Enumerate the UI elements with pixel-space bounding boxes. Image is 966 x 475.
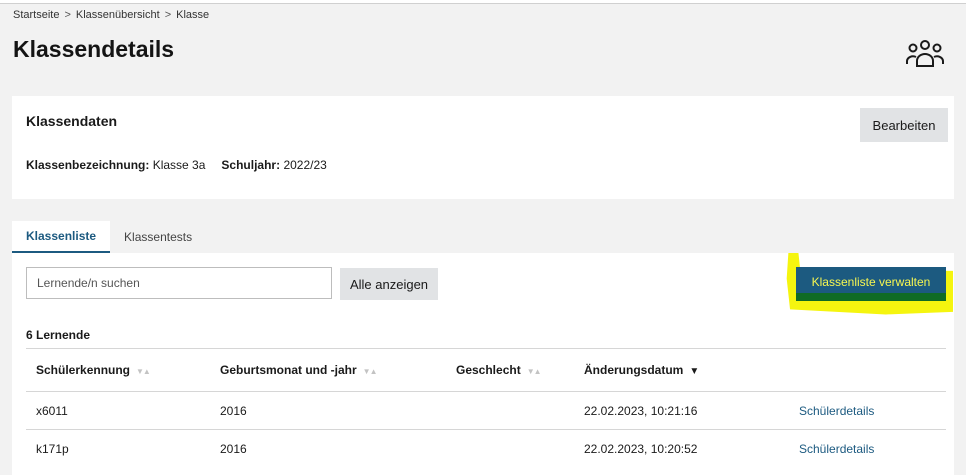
tab-class-tests[interactable]: Klassentests [110, 221, 207, 253]
school-year: Schuljahr: 2022/23 [221, 158, 326, 172]
cell-changed: 22.02.2023, 10:20:52 [574, 429, 789, 467]
table-header-row: Schülerkennung ▼▲ Geburtsmonat und -jahr ▼… [26, 348, 946, 392]
show-all-button[interactable]: Alle anzeigen [340, 268, 438, 300]
sort-icon: ▼▲ [362, 367, 378, 376]
column-header-id[interactable]: Schülerkennung ▼▲ [26, 348, 210, 392]
school-year-value: 2022/23 [283, 158, 327, 172]
class-data-card: Klassendaten Bearbeiten Klassenbezeichnu… [12, 96, 954, 199]
breadcrumb-separator: > [164, 9, 172, 21]
column-header-birth-label: Geburtsmonat und -jahr [220, 363, 357, 377]
table-row: x6011 2016 22.02.2023, 10:21:16 Schülerd… [26, 391, 946, 430]
sort-desc-icon: ▼ [689, 366, 700, 377]
cell-actions: Schülerdetails [789, 429, 946, 467]
class-meta: Klassenbezeichnung: Klasse 3a Schuljahr:… [26, 158, 327, 172]
breadcrumb-home[interactable]: Startseite [13, 9, 59, 21]
table-row: k171p 2016 22.02.2023, 10:20:52 Schülerd… [26, 429, 946, 467]
cell-student-id: k171p [26, 429, 210, 467]
students-table: Schülerkennung ▼▲ Geburtsmonat und -jahr ▼… [26, 348, 946, 467]
class-designation-label: Klassenbezeichnung: [26, 158, 150, 172]
tab-bar: Klassenliste Klassentests [12, 221, 207, 253]
breadcrumb-class-overview[interactable]: Klassenübersicht [76, 9, 160, 21]
sort-icon: ▼▲ [136, 367, 151, 376]
breadcrumb: Startseite > Klassenübersicht > Klasse [13, 9, 209, 21]
student-count: 6 Lernende [26, 328, 91, 342]
breadcrumb-current: Klasse [176, 9, 210, 21]
cell-birth: 2016 [210, 429, 446, 467]
sort-icon: ▼▲ [526, 367, 542, 376]
top-border [0, 0, 966, 4]
column-header-id-label: Schülerkennung [36, 363, 131, 377]
highlight-strip [796, 293, 946, 301]
column-header-birth[interactable]: Geburtsmonat und -jahr ▼▲ [210, 348, 446, 392]
class-list-card: Alle anzeigen Klassenliste verwalten 6 L… [12, 253, 954, 475]
cell-gender [446, 429, 574, 467]
cell-actions: Schülerdetails [789, 391, 946, 430]
school-year-label: Schuljahr: [221, 158, 281, 172]
column-header-actions [789, 348, 946, 392]
cell-changed: 22.02.2023, 10:21:16 [574, 391, 789, 430]
student-details-link[interactable]: Schülerdetails [799, 404, 874, 418]
group-icon [906, 40, 944, 67]
student-details-link[interactable]: Schülerdetails [799, 442, 874, 456]
search-input[interactable] [26, 267, 332, 299]
breadcrumb-separator: > [64, 9, 71, 21]
column-header-gender[interactable]: Geschlecht ▼▲ [446, 348, 574, 392]
tab-class-list[interactable]: Klassenliste [12, 221, 111, 253]
cell-student-id: x6011 [26, 391, 210, 430]
class-designation-value: Klasse 3a [152, 158, 206, 172]
class-data-title: Klassendaten [26, 113, 118, 129]
class-designation: Klassenbezeichnung: Klasse 3a [26, 158, 205, 172]
cell-birth: 2016 [210, 391, 446, 430]
column-header-changed-label: Änderungsdatum [584, 363, 684, 377]
edit-button[interactable]: Bearbeiten [860, 108, 948, 142]
cell-gender [446, 391, 574, 430]
column-header-changed[interactable]: Änderungsdatum ▼ [574, 348, 789, 392]
page-title: Klassendetails [13, 36, 175, 62]
manage-class-list-label: Klassenliste verwalten [811, 275, 931, 289]
column-header-gender-label: Geschlecht [456, 363, 521, 377]
manage-class-list-button[interactable]: Klassenliste verwalten [796, 267, 946, 301]
